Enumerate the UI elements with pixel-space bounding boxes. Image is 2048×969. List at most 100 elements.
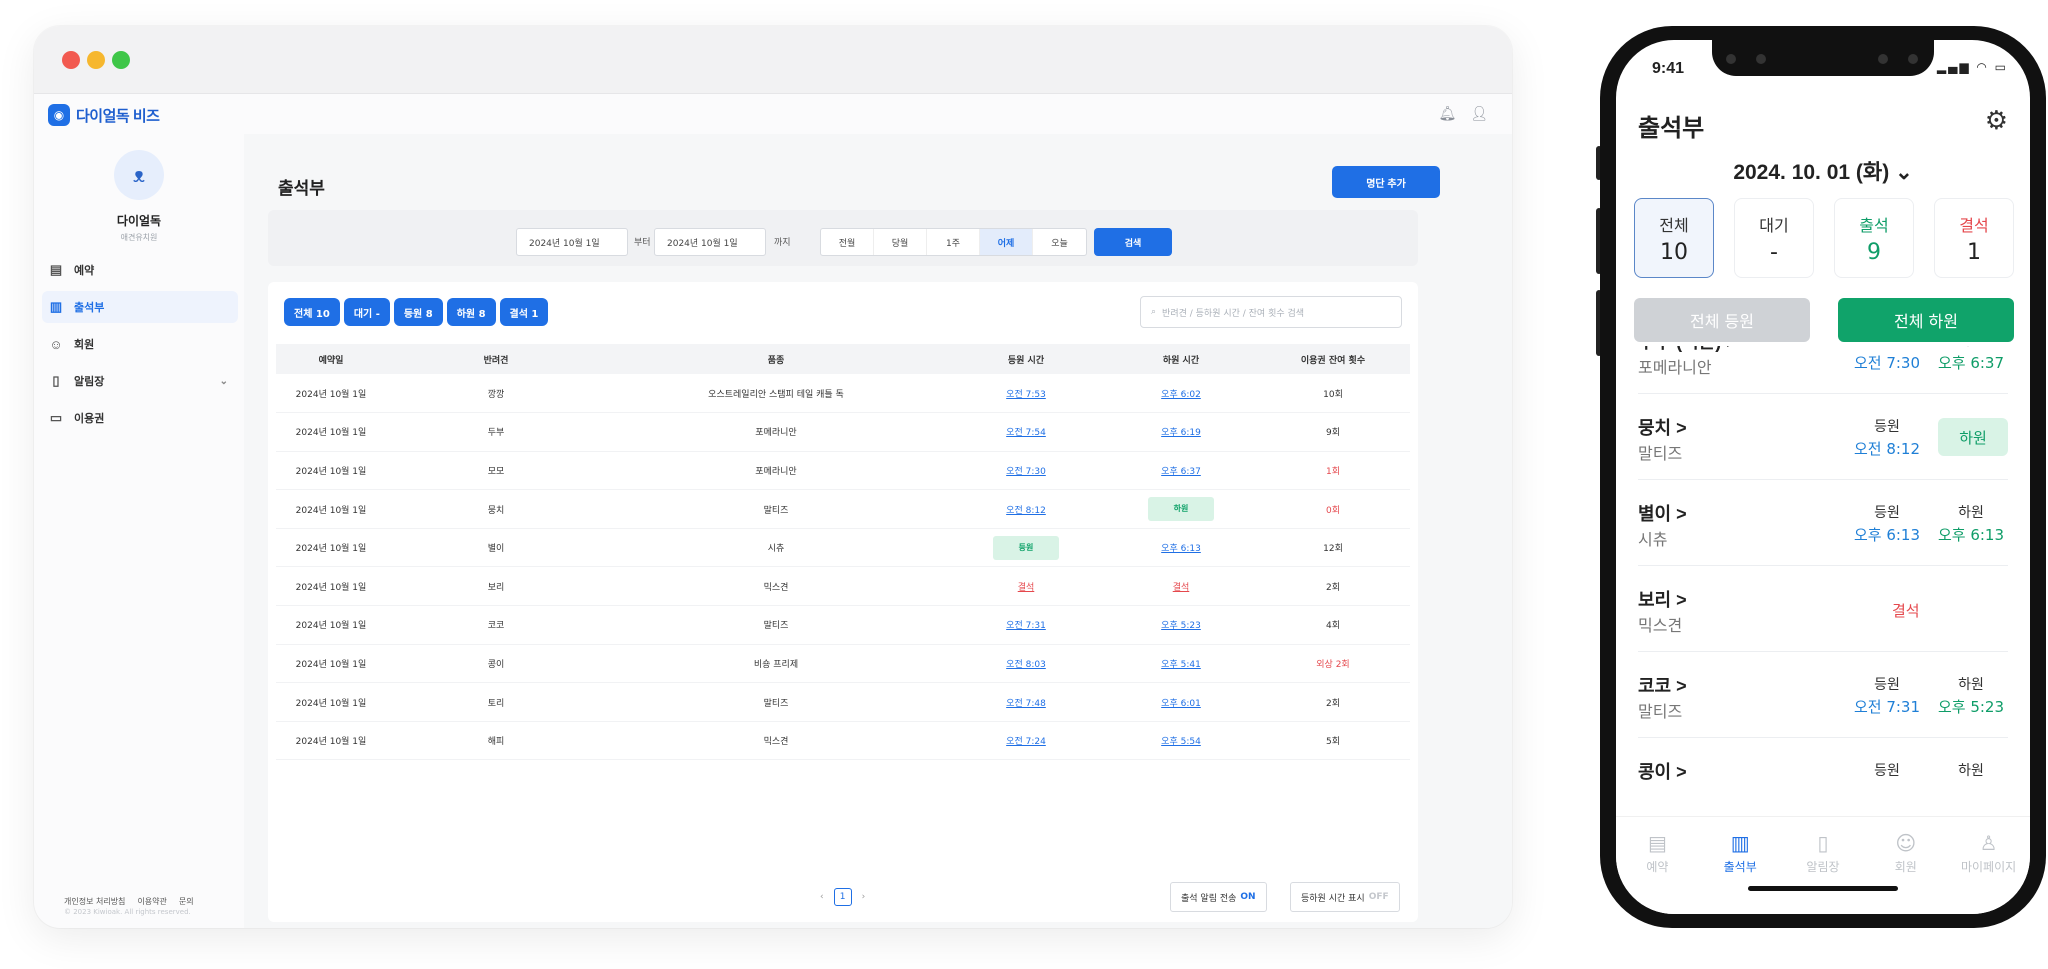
cell-out-time[interactable]: 오후 5:23 [1106, 605, 1256, 645]
privacy-link[interactable]: 개인정보 처리방침 [64, 896, 125, 907]
list-item[interactable]: 보리 > 믹스견 결석 [1638, 566, 2008, 652]
sidebar-item-notice[interactable]: ▯ 알림장 ⌄ [42, 365, 238, 397]
terms-link[interactable]: 이용약관 [137, 896, 166, 907]
add-roster-button[interactable]: 명단 추가 [1332, 166, 1440, 198]
person-icon: ♙ [1979, 831, 1998, 855]
col-remaining[interactable]: 이용권 잔여 횟수 [1256, 344, 1410, 374]
list-item[interactable]: 콩이 > 등원 하원 [1638, 738, 2008, 814]
user-icon[interactable]: 👤︎ [1470, 106, 1488, 122]
gear-icon[interactable]: ⚙ [1985, 106, 2008, 136]
check-in-all-button[interactable]: 전체 등원 [1634, 298, 1810, 342]
out-time[interactable]: 오후 6:37 [1936, 352, 2006, 373]
cell-dog: 보리 [386, 566, 606, 607]
chip-checked-out[interactable]: 하원 8 [446, 298, 496, 326]
contact-link[interactable]: 문의 [179, 896, 194, 907]
bell-icon[interactable]: 🔔︎ [1438, 106, 1456, 122]
in-time[interactable]: 오전 8:12 [1852, 438, 1922, 459]
stat-value: 9 [1867, 239, 1881, 265]
range-yesterday[interactable]: 어제 [980, 229, 1033, 255]
cell-out-time[interactable]: 오후 5:41 [1106, 644, 1256, 684]
out-time[interactable]: 오후 5:23 [1936, 696, 2006, 717]
alert-toggle[interactable]: 출석 알림 전송 ON [1170, 882, 1267, 912]
chip-absent[interactable]: 결석 1 [499, 298, 549, 326]
cell-in-time[interactable]: 오전 7:54 [946, 412, 1106, 452]
range-this-month[interactable]: 당월 [874, 229, 927, 255]
checkout-button[interactable]: 하원 [1148, 497, 1214, 522]
range-last-month[interactable]: 전월 [821, 229, 874, 255]
tab-mypage[interactable]: ♙ 마이페이지 [1949, 831, 2029, 914]
chip-all[interactable]: 전체 10 [284, 298, 340, 326]
list-item[interactable]: 코코 > 말티즈 등원 오전 7:31 하원 오후 5:23 [1638, 652, 2008, 738]
col-dog[interactable]: 반려견 [386, 344, 606, 374]
cell-dog: 뭉치 [386, 489, 606, 529]
out-time[interactable]: 오후 6:13 [1936, 524, 2006, 545]
sidebar-item-label: 알림장 [74, 376, 105, 388]
tab-attendance[interactable]: ▥ 출석부 [1700, 831, 1780, 914]
checkin-button[interactable]: 등원 [993, 535, 1059, 560]
cell-out-time[interactable]: 오후 6:01 [1106, 682, 1256, 722]
range-today[interactable]: 오늘 [1033, 229, 1086, 255]
cell-in-time[interactable]: 오전 7:53 [946, 374, 1106, 414]
in-time[interactable]: 오전 7:31 [1852, 696, 1922, 717]
maximize-window-button[interactable] [112, 51, 130, 69]
minimize-window-button[interactable] [87, 51, 105, 69]
chip-checked-in[interactable]: 등원 8 [393, 298, 443, 326]
cell-in-time[interactable]: 오전 7:30 [946, 451, 1106, 491]
checkout-button[interactable]: 하원 [1938, 418, 2008, 456]
stat-all[interactable]: 전체 10 [1634, 198, 1714, 278]
chevron-right-icon[interactable]: › [862, 892, 866, 902]
range-1-week[interactable]: 1주 [927, 229, 980, 255]
in-time[interactable]: 오후 6:13 [1852, 524, 1922, 545]
tab-reservation[interactable]: ▤ 예약 [1617, 831, 1697, 914]
tab-notice[interactable]: ▯ 알림장 [1783, 831, 1863, 914]
cell-in-time[interactable]: 오전 8:03 [946, 644, 1106, 684]
cell-in-time[interactable]: 오전 8:12 [946, 489, 1106, 529]
sidebar-item-pass[interactable]: ▭ 이용권 [42, 402, 238, 434]
list-item[interactable]: 뭉치 > 말티즈 등원 오전 8:12 하원 [1638, 394, 2008, 480]
table-search-input[interactable]: ⌕ 반려견 / 등하원 시간 / 잔여 횟수 검색 [1140, 296, 1402, 328]
cell-out-time[interactable]: 오후 5:54 [1106, 721, 1256, 761]
absent-label[interactable]: 결석 [1018, 583, 1035, 593]
calendar-icon: ▤ [49, 262, 63, 277]
sidebar-item-members[interactable]: ☺ 회원 [42, 328, 238, 360]
chip-waiting[interactable]: 대기 - [343, 298, 390, 326]
cell-in-time[interactable]: 오전 7:48 [946, 682, 1106, 722]
cell-out-time[interactable]: 오후 6:13 [1106, 528, 1256, 568]
sidebar-item-attendance[interactable]: ▥ 출석부 [42, 291, 238, 323]
stat-waiting[interactable]: 대기 - [1734, 198, 1814, 278]
in-time[interactable]: 오전 7:30 [1852, 352, 1922, 373]
cell-date: 2024년 10월 1일 [276, 412, 386, 452]
date-selector[interactable]: 2024. 10. 01 (화) ⌄ [1616, 156, 2030, 186]
tab-members[interactable]: ☺ 회원 [1866, 831, 1946, 914]
cell-out-time[interactable]: 오후 6:19 [1106, 412, 1256, 452]
chevron-left-icon[interactable]: ‹ [820, 892, 824, 902]
brand-logo[interactable]: ◉ 다이얼독 비즈 [48, 104, 160, 126]
time-display-toggle[interactable]: 등하원 시간 표시 OFF [1290, 882, 1400, 912]
to-date-input[interactable]: 2024년 10월 1일 [654, 228, 766, 256]
cell-in-time[interactable]: 오전 7:24 [946, 721, 1106, 761]
cell-out-time[interactable]: 오후 6:02 [1106, 374, 1256, 414]
sidebar-item-label: 출석부 [74, 302, 105, 314]
absent-label[interactable]: 결석 [1892, 600, 1920, 621]
col-breed[interactable]: 품종 [606, 344, 946, 374]
close-window-button[interactable] [62, 51, 80, 69]
table-row: 2024년 10월 1일 모모 포메라니안 오전 7:30 오후 6:37 1회 [276, 451, 1410, 491]
absent-label[interactable]: 결석 [1173, 583, 1190, 593]
cell-out-time[interactable]: 오후 6:37 [1106, 451, 1256, 491]
check-out-all-button[interactable]: 전체 하원 [1838, 298, 2014, 342]
col-date[interactable]: 예약일 [276, 344, 386, 374]
from-date-input[interactable]: 2024년 10월 1일 [516, 228, 628, 256]
cell-in-time[interactable]: 오전 7:31 [946, 605, 1106, 645]
stat-absent[interactable]: 결석 1 [1934, 198, 2014, 278]
col-out-time[interactable]: 하원 시간 [1106, 344, 1256, 374]
home-indicator[interactable] [1748, 886, 1898, 891]
search-button[interactable]: 검색 [1094, 228, 1172, 256]
calendar-icon: ▤ [1647, 831, 1667, 855]
list-item[interactable]: 두부 (익은) > 포메라니안 등원오전 7:30 하원오후 6:37 [1638, 346, 2008, 394]
bulk-buttons: 전체 등원 전체 하원 [1634, 298, 2014, 342]
stat-present[interactable]: 출석 9 [1834, 198, 1914, 278]
sidebar-item-reservation[interactable]: ▤ 예약 [42, 254, 238, 286]
list-item[interactable]: 별이 > 시츄 등원 오후 6:13 하원 오후 6:13 [1638, 480, 2008, 566]
col-in-time[interactable]: 등원 시간 [946, 344, 1106, 374]
page-number[interactable]: 1 [833, 888, 852, 906]
